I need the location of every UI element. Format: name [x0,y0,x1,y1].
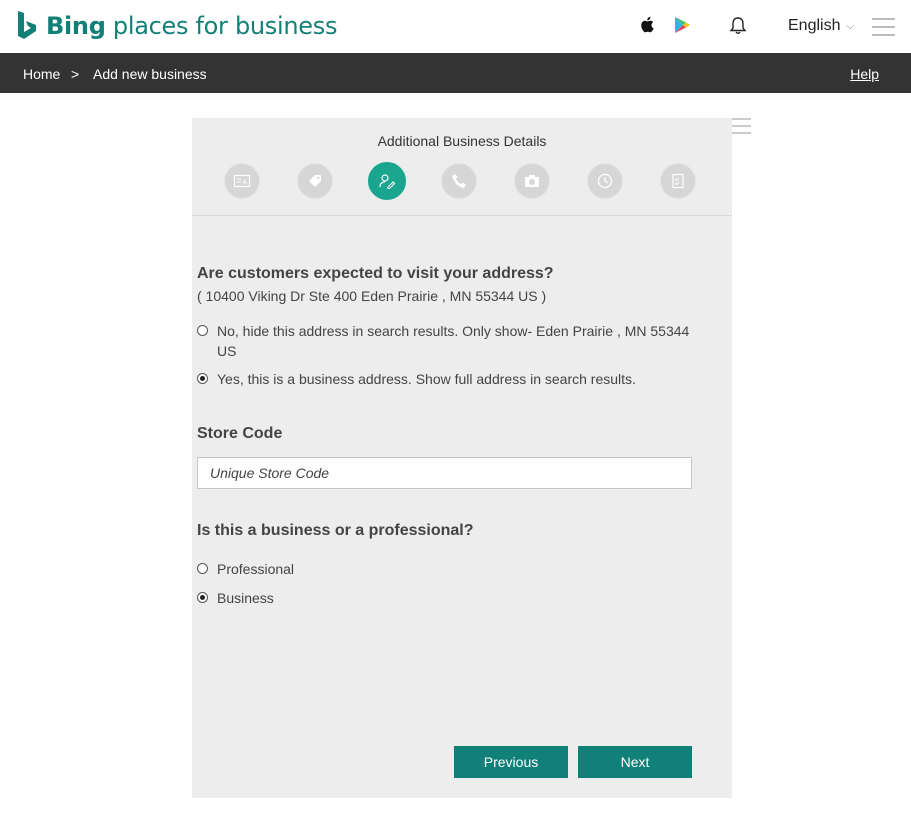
business-type-question: Is this a business or a professional? [197,522,474,539]
business-card-icon[interactable]: A [224,163,260,199]
person-edit-icon[interactable] [368,162,406,200]
wizard-panel: Additional Business Details A Are custom… [192,118,732,798]
business-address: ( 10400 Viking Dr Ste 400 Eden Prairie ,… [197,288,547,304]
phone-icon[interactable] [441,163,477,199]
store-code-label: Store Code [197,425,283,442]
clock-icon[interactable] [587,163,623,199]
google-play-icon[interactable] [674,16,690,39]
steps-divider [192,215,732,216]
visit-option-show-label: Yes, this is a business address. Show fu… [217,371,636,387]
visit-option-show[interactable]: Yes, this is a business address. Show fu… [197,369,692,389]
hamburger-icon[interactable] [872,18,895,42]
logo-rest-text: places for business [105,12,338,40]
help-link[interactable]: Help [850,66,879,82]
radio-show-address[interactable] [197,373,208,384]
breadcrumb: Home > Add new business Help [0,53,911,93]
step-title: Additional Business Details [377,133,547,149]
radio-hide-address[interactable] [197,325,208,336]
breadcrumb-current: Add new business [93,66,207,82]
checklist-icon[interactable] [660,163,696,199]
type-option-professional[interactable]: Professional [197,559,294,579]
visit-question: Are customers expected to visit your add… [197,265,554,282]
apple-icon[interactable] [640,16,654,38]
visit-option-hide-label: No, hide this address in search results.… [217,323,690,359]
type-option-business-label: Business [217,590,274,606]
top-header: Bing places for business English ⌵ [0,0,911,53]
chevron-down-icon: ⌵ [846,20,855,32]
radio-professional[interactable] [197,563,208,574]
svg-text:A: A [243,179,248,186]
type-option-professional-label: Professional [217,561,295,577]
breadcrumb-home[interactable]: Home [23,66,60,82]
logo-text: Bing places for business [46,12,337,40]
type-option-business[interactable]: Business [197,588,274,608]
logo-bold-text: Bing [46,12,106,40]
store-code-input[interactable] [197,457,692,489]
wizard-steps: A [192,162,732,201]
bing-logo-icon [18,11,36,39]
next-button[interactable]: Next [578,746,692,778]
radio-business[interactable] [197,592,208,603]
bing-places-logo[interactable]: Bing places for business [16,11,337,41]
camera-icon[interactable] [514,163,550,199]
visit-option-hide[interactable]: No, hide this address in search results.… [197,321,692,361]
tag-icon[interactable] [297,163,333,199]
bell-icon[interactable] [729,16,747,40]
language-selector[interactable]: English ⌵ [788,17,854,35]
breadcrumb-separator: > [71,66,80,82]
panel-menu-icon[interactable] [731,118,751,139]
previous-button[interactable]: Previous [454,746,568,778]
language-label: English [788,17,841,34]
